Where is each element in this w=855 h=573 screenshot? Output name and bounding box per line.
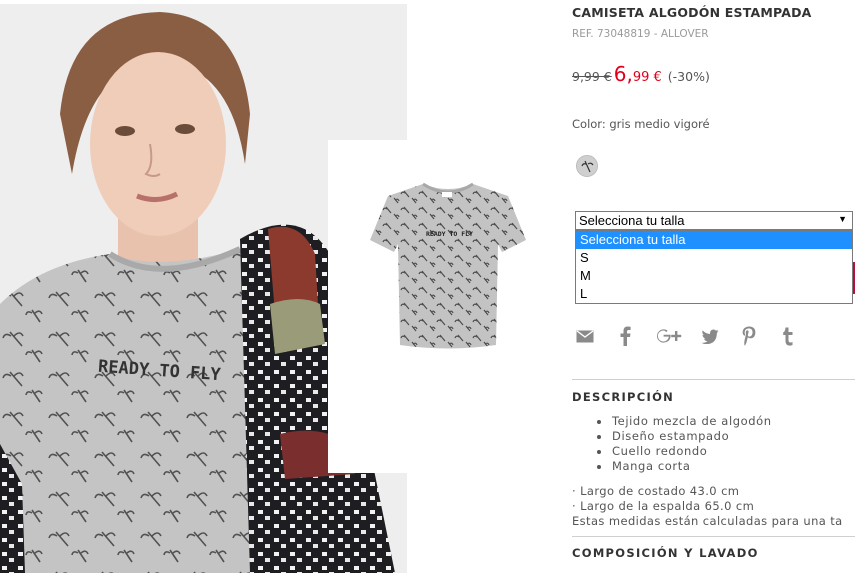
dropdown-arrow-icon: ▼ (838, 214, 847, 224)
flat-shirt-print: READY TO FLY (426, 230, 473, 238)
size-option-m[interactable]: M (576, 267, 852, 285)
email-icon[interactable] (574, 324, 596, 348)
size-option-s[interactable]: S (576, 249, 852, 267)
size-options-list[interactable]: Selecciona tu talla S M L (575, 230, 853, 304)
measure-line: · Largo de costado 43.0 cm (572, 484, 740, 498)
section-divider (572, 536, 855, 537)
description-heading[interactable]: DESCRIPCIÓN (572, 390, 674, 404)
size-option-l[interactable]: L (576, 285, 852, 303)
list-item: Diseño estampado (594, 429, 772, 444)
product-image[interactable]: READY TO FLY (328, 140, 568, 473)
measure-line: Estas medidas están calculadas para una … (572, 514, 843, 528)
pinterest-icon[interactable] (738, 324, 760, 348)
sale-price-decimal: 99 € (632, 70, 662, 85)
facebook-icon[interactable] (614, 324, 636, 348)
product-details-panel: CAMISETA ALGODÓN ESTAMPADA REF. 73048819… (572, 0, 855, 573)
size-select-value: Selecciona tu talla (579, 213, 685, 228)
measure-line: · Largo de la espalda 65.0 cm (572, 499, 755, 513)
color-label: Color: gris medio vigoré (572, 117, 710, 131)
share-icons (572, 324, 812, 350)
description-list: Tejido mezcla de algodón Diseño estampad… (594, 414, 772, 474)
twitter-icon[interactable] (699, 324, 721, 348)
list-item: Manga corta (594, 459, 772, 474)
product-title: CAMISETA ALGODÓN ESTAMPADA (572, 5, 812, 20)
list-item: Tejido mezcla de algodón (594, 414, 772, 429)
price-block: 9,99 €6,99 € (-30%) (572, 62, 710, 86)
size-select[interactable]: Selecciona tu talla ▼ (575, 211, 853, 230)
measurements: · Largo de costado 43.0 cm · Largo de la… (572, 484, 843, 529)
product-reference: REF. 73048819 - ALLOVER (572, 28, 709, 40)
google-plus-icon[interactable] (654, 324, 684, 348)
discount-label: (-30%) (667, 69, 710, 84)
sale-price-integer: 6, (613, 62, 633, 86)
old-price: 9,99 € (572, 69, 612, 84)
list-item: Cuello redondo (594, 444, 772, 459)
size-option-placeholder[interactable]: Selecciona tu talla (576, 231, 852, 249)
color-swatch[interactable] (576, 155, 598, 177)
section-divider (572, 379, 855, 380)
composition-heading[interactable]: COMPOSICIÓN Y LAVADO (572, 546, 759, 560)
tumblr-icon[interactable] (777, 324, 799, 348)
